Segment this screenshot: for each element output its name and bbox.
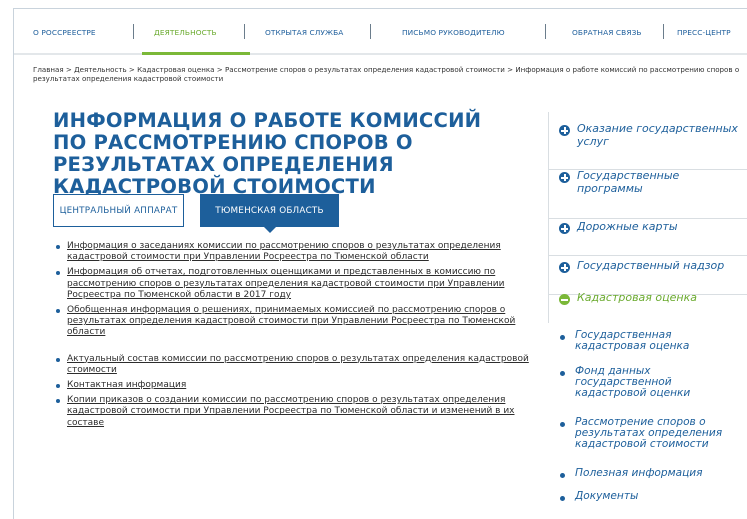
tab-central-office-label: ЦЕНТРАЛЬНЫЙ АППАРАТ <box>59 205 178 216</box>
active-nav-indicator <box>142 52 250 55</box>
nav-item-press-center[interactable]: ПРЕСС-ЦЕНТР <box>677 28 731 37</box>
subnav-item-label: Документы <box>575 490 639 502</box>
sidebar-item-roadmaps[interactable]: Дорожные карты <box>549 220 747 256</box>
nav-item-open-service[interactable]: ОТКРЫТАЯ СЛУЖБА <box>265 28 343 37</box>
bullet-icon <box>560 473 565 478</box>
nav-separator <box>663 24 664 39</box>
nav-separator <box>133 24 134 39</box>
nav-item-activity[interactable]: ДЕЯТЕЛЬНОСТЬ <box>154 28 217 37</box>
sidebar-item-cadastral-valuation[interactable]: Кадастровая оценка <box>549 291 747 322</box>
plus-circle-icon <box>559 262 570 273</box>
document-link[interactable]: Обобщенная информация о решениях, приним… <box>56 305 544 339</box>
nav-item-about[interactable]: О РОССРЕЕСТРЕ <box>33 28 96 37</box>
minus-circle-icon <box>559 294 570 305</box>
document-link[interactable]: Информация об отчетах, подготовленных оц… <box>56 267 544 301</box>
subnav-item-label: Полезная информация <box>575 467 703 479</box>
sidebar-item-label: Оказание государственных услуг <box>577 122 738 148</box>
tab-tyumen-region-label: ТЮМЕНСКАЯ ОБЛАСТЬ <box>215 205 324 216</box>
document-list: Информация о заседаниях комиссии по расс… <box>56 241 544 429</box>
document-link[interactable]: Актуальный состав комиссии по рассмотрен… <box>56 354 544 376</box>
document-link[interactable]: Копии приказов о создании комиссии по ра… <box>56 395 544 429</box>
document-link[interactable]: Контактная информация <box>56 380 544 391</box>
subnav-item-label: Государственная кадастровая оценка <box>575 329 690 353</box>
plus-circle-icon <box>559 172 570 183</box>
sidebar-item-gov-services[interactable]: Оказание государственных услуг <box>549 122 747 170</box>
sidebar-item-label: Государственные программы <box>577 169 680 195</box>
sidebar-item-gov-programs[interactable]: Государственные программы <box>549 169 747 219</box>
bullet-icon <box>560 335 565 340</box>
sidebar-item-label: Дорожные карты <box>577 220 678 233</box>
bullet-icon <box>560 496 565 501</box>
sidebar-item-label: Государственный надзор <box>577 259 725 272</box>
plus-circle-icon <box>559 223 570 234</box>
nav-separator <box>244 24 245 39</box>
tab-tyumen-region[interactable]: ТЮМЕНСКАЯ ОБЛАСТЬ <box>200 194 339 233</box>
tab-central-office[interactable]: ЦЕНТРАЛЬНЫЙ АППАРАТ <box>53 194 184 227</box>
active-tab-pointer <box>264 227 276 233</box>
subnav-item-label: Рассмотрение споров о результатах опреде… <box>575 416 723 451</box>
bullet-icon <box>560 371 565 376</box>
document-link[interactable]: Информация о заседаниях комиссии по расс… <box>56 241 544 263</box>
subnav-item-label: Фонд данных государственной кадастровой … <box>575 365 691 400</box>
nav-item-letter-to-head[interactable]: ПИСЬМО РУКОВОДИТЕЛЮ <box>402 28 505 37</box>
bullet-icon <box>560 422 565 427</box>
sidebar-subnav: Государственная кадастровая оценка Фонд … <box>548 329 747 510</box>
breadcrumb[interactable]: Главная > Деятельность > Кадастровая оце… <box>33 65 743 83</box>
plus-circle-icon <box>559 125 570 136</box>
sidebar-item-label: Кадастровая оценка <box>577 291 697 304</box>
page-title: ИНФОРМАЦИЯ О РАБОТЕ КОМИССИЙ ПО РАССМОТР… <box>53 109 482 198</box>
sidebar: Оказание государственных услуг Государст… <box>548 112 747 323</box>
nav-item-feedback[interactable]: ОБРАТНАЯ СВЯЗЬ <box>572 28 642 37</box>
nav-separator <box>545 24 546 39</box>
nav-separator <box>370 24 371 39</box>
top-navigation: О РОССРЕЕСТРЕ ДЕЯТЕЛЬНОСТЬ ОТКРЫТАЯ СЛУЖ… <box>14 9 747 55</box>
